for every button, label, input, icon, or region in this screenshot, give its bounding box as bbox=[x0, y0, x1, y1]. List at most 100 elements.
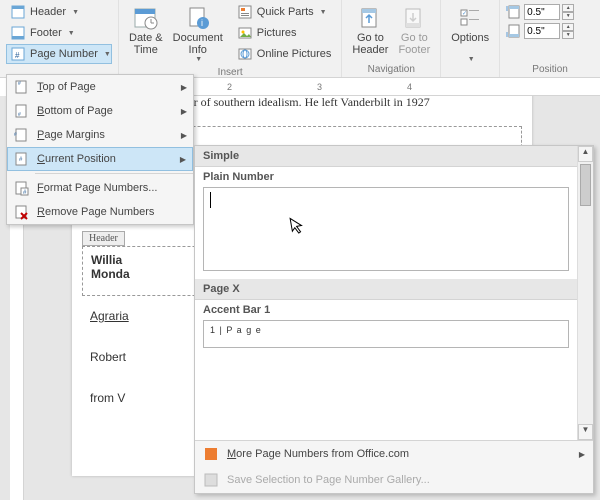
gallery-item-plain-number[interactable] bbox=[203, 187, 569, 271]
header-icon bbox=[10, 4, 26, 20]
format-page-numbers-icon: # bbox=[13, 180, 29, 196]
ruler-tick: 4 bbox=[407, 82, 412, 92]
document-info-label: Document Info bbox=[173, 32, 223, 56]
scroll-down-button[interactable]: ▼ bbox=[578, 424, 593, 440]
body-line: Robert bbox=[90, 350, 126, 364]
page-margins-icon: # bbox=[13, 127, 29, 143]
ribbon: Header▼ Footer▼ # Page Number▼ Date & Ti… bbox=[0, 0, 600, 78]
goto-header-label: Go to Header bbox=[352, 32, 388, 56]
save-selection-button: Save Selection to Page Number Gallery... bbox=[195, 467, 593, 493]
pictures-button[interactable]: Pictures bbox=[233, 23, 336, 43]
chevron-down-icon: ▼ bbox=[104, 51, 111, 58]
date-time-label: Date & Time bbox=[129, 32, 163, 56]
options-icon: ✓ bbox=[456, 4, 484, 32]
submenu-arrow-icon: ▶ bbox=[180, 155, 186, 164]
footer-from-bottom[interactable]: ▲▼ bbox=[506, 23, 594, 39]
menu-bottom-of-page[interactable]: # Bottom of Page ▶ bbox=[7, 99, 193, 123]
submenu-arrow-icon: ▶ bbox=[181, 131, 187, 140]
svg-text:#: # bbox=[18, 81, 21, 87]
chevron-down-icon: ▼ bbox=[320, 9, 327, 16]
more-page-numbers-button[interactable]: More Page Numbers from Office.com ▶ bbox=[195, 441, 593, 467]
gallery-scrollbar[interactable]: ▲ ▼ bbox=[577, 146, 593, 440]
spin-down[interactable]: ▼ bbox=[562, 12, 574, 20]
gallery-item-plain-number-label: Plain Number bbox=[195, 167, 577, 185]
svg-text:✓: ✓ bbox=[462, 11, 467, 17]
pictures-label: Pictures bbox=[257, 27, 297, 39]
current-position-icon: # bbox=[13, 151, 29, 167]
body-line: from V bbox=[90, 391, 125, 405]
menu-item-label: Current Position bbox=[37, 153, 116, 165]
goto-header-button[interactable]: Go to Header bbox=[348, 2, 392, 58]
options-button[interactable]: ✓ Options ▼ bbox=[447, 2, 493, 66]
gallery-item-accent-bar-1-label: Accent Bar 1 bbox=[195, 300, 577, 318]
office-icon bbox=[203, 446, 219, 462]
position-group-label: Position bbox=[506, 63, 594, 77]
scroll-up-button[interactable]: ▲ bbox=[578, 146, 593, 162]
header-button[interactable]: Header ▼ bbox=[6, 2, 112, 22]
document-info-button[interactable]: i Document Info▼ bbox=[169, 2, 227, 66]
page-number-button[interactable]: # Page Number▼ bbox=[6, 44, 112, 64]
text-cursor-icon bbox=[210, 192, 211, 208]
menu-remove-page-numbers[interactable]: Remove Page Numbers bbox=[7, 200, 193, 224]
ruler-tick: 3 bbox=[317, 82, 322, 92]
spin-down[interactable]: ▼ bbox=[562, 31, 574, 39]
more-page-numbers-label: More Page Numbers from Office.com bbox=[227, 448, 409, 460]
goto-footer-button[interactable]: Go to Footer bbox=[394, 2, 434, 58]
options-label: Options bbox=[451, 32, 489, 44]
page-number-gallery: Simple Plain Number Page X Accent Bar 1 … bbox=[194, 145, 594, 494]
menu-item-label: Top of Page bbox=[37, 81, 96, 93]
gallery-footer: More Page Numbers from Office.com ▶ Save… bbox=[195, 440, 593, 493]
save-icon bbox=[203, 472, 219, 488]
preview-text: 1 | P a g e bbox=[210, 325, 262, 335]
footer-position-icon bbox=[506, 23, 522, 39]
gallery-item-accent-bar-1[interactable]: 1 | P a g e bbox=[203, 320, 569, 348]
header-position-icon bbox=[506, 4, 522, 20]
svg-text:#: # bbox=[18, 112, 21, 118]
menu-item-label: Remove Page Numbers bbox=[37, 206, 154, 218]
goto-footer-label: Go to Footer bbox=[398, 32, 430, 56]
header-from-top[interactable]: ▲▼ bbox=[506, 4, 594, 20]
chevron-down-icon: ▼ bbox=[468, 56, 475, 64]
menu-page-margins[interactable]: # Page Margins ▶ bbox=[7, 123, 193, 147]
gallery-category-simple: Simple bbox=[195, 146, 577, 167]
online-pictures-label: Online Pictures bbox=[257, 48, 332, 60]
submenu-arrow-icon: ▶ bbox=[181, 107, 187, 116]
page-number-icon: # bbox=[10, 46, 26, 62]
goto-footer-icon bbox=[400, 4, 428, 32]
gallery-category-page-x: Page X bbox=[195, 279, 577, 300]
footer-icon bbox=[10, 25, 26, 41]
document-info-icon: i bbox=[184, 4, 212, 32]
online-pictures-button[interactable]: Online Pictures bbox=[233, 44, 336, 64]
footer-button[interactable]: Footer▼ bbox=[6, 23, 112, 43]
chevron-down-icon: ▼ bbox=[72, 9, 79, 16]
svg-text:i: i bbox=[201, 18, 203, 28]
menu-separator bbox=[35, 173, 193, 174]
remove-page-numbers-icon bbox=[13, 204, 29, 220]
spin-up[interactable]: ▲ bbox=[562, 23, 574, 31]
top-of-page-icon: # bbox=[13, 79, 29, 95]
footer-position-input[interactable] bbox=[524, 23, 560, 39]
svg-text:#: # bbox=[14, 132, 17, 138]
menu-item-label: Page Margins bbox=[37, 129, 105, 141]
header-label: Header bbox=[30, 6, 66, 18]
menu-item-label: Bottom of Page bbox=[37, 105, 113, 117]
spin-up[interactable]: ▲ bbox=[562, 4, 574, 12]
goto-header-icon bbox=[356, 4, 384, 32]
bottom-of-page-icon: # bbox=[13, 103, 29, 119]
menu-item-label: Format Page Numbers... bbox=[37, 182, 157, 194]
date-time-icon bbox=[132, 4, 160, 32]
date-time-button[interactable]: Date & Time bbox=[125, 2, 167, 66]
quick-parts-button[interactable]: Quick Parts▼ bbox=[233, 2, 336, 22]
navigation-group-label: Navigation bbox=[348, 63, 434, 77]
scroll-thumb[interactable] bbox=[580, 164, 591, 206]
menu-current-position[interactable]: # Current Position ▶ bbox=[7, 147, 193, 171]
menu-format-page-numbers[interactable]: # Format Page Numbers... bbox=[7, 176, 193, 200]
menu-top-of-page[interactable]: # Top of Page ▶ bbox=[7, 75, 193, 99]
footer-label: Footer bbox=[30, 27, 62, 39]
save-selection-label: Save Selection to Page Number Gallery... bbox=[227, 474, 430, 486]
ruler-tick: 2 bbox=[227, 82, 232, 92]
page-number-menu: # Top of Page ▶ # Bottom of Page ▶ # Pag… bbox=[6, 74, 194, 225]
header-position-input[interactable] bbox=[524, 4, 560, 20]
body-line: Agraria bbox=[90, 309, 129, 323]
submenu-arrow-icon: ▶ bbox=[181, 83, 187, 92]
